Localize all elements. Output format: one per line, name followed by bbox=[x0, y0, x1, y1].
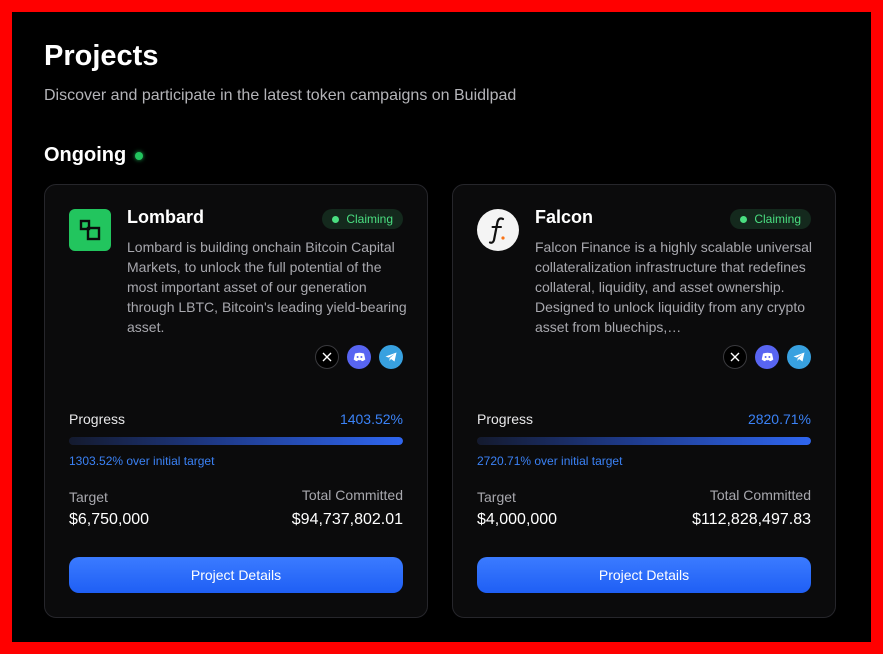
lombard-logo-icon bbox=[69, 209, 111, 251]
target-label: Target bbox=[477, 489, 516, 505]
project-name[interactable]: Lombard bbox=[127, 207, 204, 228]
progress-bar-fill bbox=[477, 437, 811, 445]
project-card-lombard[interactable]: Lombard Claiming Lombard is building onc… bbox=[44, 184, 428, 618]
progress-bar-fill bbox=[69, 437, 403, 445]
status-label: Claiming bbox=[346, 212, 393, 226]
total-committed-label: Total Committed bbox=[301, 487, 403, 503]
total-committed-value: $112,828,497.83 bbox=[692, 511, 811, 528]
live-indicator-icon bbox=[135, 151, 144, 160]
page-subtitle: Discover and participate in the latest t… bbox=[44, 87, 517, 104]
section-title: Ongoing bbox=[44, 144, 127, 166]
total-committed-value: $94,737,802.01 bbox=[291, 511, 403, 528]
status-dot-icon bbox=[332, 215, 340, 223]
project-name[interactable]: Falcon bbox=[535, 207, 593, 228]
total-committed-label: Total Committed bbox=[709, 487, 811, 503]
over-target-text: 1303.52% over initial target bbox=[69, 454, 215, 468]
discord-icon[interactable] bbox=[347, 345, 371, 369]
progress-label: Progress bbox=[477, 411, 534, 427]
project-details-button[interactable]: Project Details bbox=[477, 557, 811, 593]
status-badge: Claiming bbox=[322, 209, 403, 229]
over-target-text: 2720.71% over initial target bbox=[477, 454, 623, 468]
discord-icon[interactable] bbox=[755, 345, 779, 369]
status-label: Claiming bbox=[754, 212, 801, 226]
target-label: Target bbox=[69, 489, 108, 505]
progress-label: Progress bbox=[69, 411, 126, 427]
progress-value: 1403.52% bbox=[339, 411, 403, 427]
target-value: $6,750,000 bbox=[69, 511, 150, 528]
telegram-icon[interactable] bbox=[787, 345, 811, 369]
project-card-falcon[interactable]: Falcon Claiming Falcon Finance is a high… bbox=[452, 184, 836, 618]
x-icon[interactable] bbox=[315, 345, 339, 369]
project-description: Lombard is building onchain Bitcoin Capi… bbox=[127, 239, 407, 335]
x-icon[interactable] bbox=[723, 345, 747, 369]
project-details-button[interactable]: Project Details bbox=[69, 557, 403, 593]
telegram-icon[interactable] bbox=[379, 345, 403, 369]
project-description: Falcon Finance is a highly scalable univ… bbox=[535, 239, 813, 335]
page-frame: Projects Discover and participate in the… bbox=[12, 12, 871, 642]
progress-bar bbox=[69, 437, 403, 445]
target-value: $4,000,000 bbox=[477, 511, 558, 528]
social-links bbox=[315, 345, 403, 369]
progress-value: 2820.71% bbox=[747, 411, 811, 427]
section-heading-ongoing: Ongoing bbox=[44, 144, 144, 167]
progress-bar bbox=[477, 437, 811, 445]
status-dot-icon bbox=[740, 215, 748, 223]
falcon-logo-icon bbox=[477, 209, 519, 251]
page-title: Projects bbox=[44, 40, 159, 72]
social-links bbox=[723, 345, 811, 369]
status-badge: Claiming bbox=[730, 209, 811, 229]
